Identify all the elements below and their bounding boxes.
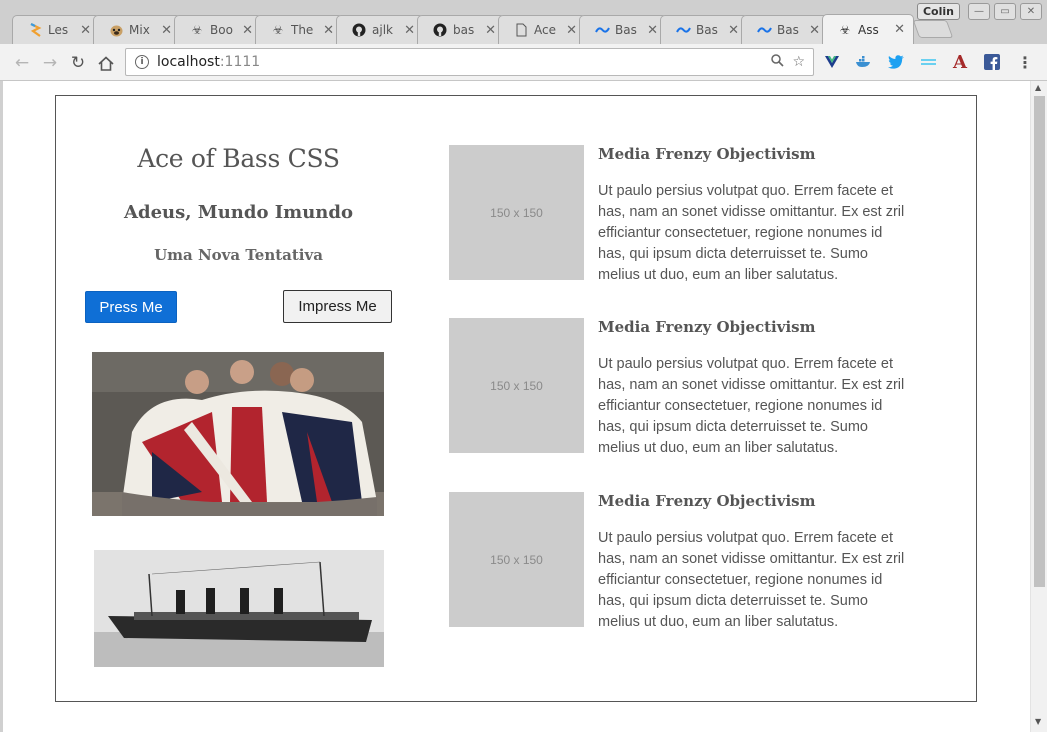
pug-icon	[108, 22, 124, 38]
browser-tab-active[interactable]: ☣ Ass ✕	[822, 14, 914, 44]
press-me-button[interactable]: Press Me	[85, 291, 177, 323]
tab-strip: Les ✕ Mix ✕ ☣ Boo ✕ ☣ The ✕ ajlk ✕ bas ✕…	[0, 0, 1047, 44]
media-item: 150 x 150 Media Frenzy Objectivism Ut pa…	[449, 318, 919, 458]
close-icon[interactable]: ✕	[485, 23, 496, 38]
browser-tab[interactable]: Ace ✕	[498, 15, 586, 44]
stack-icon	[27, 22, 43, 38]
media-heading: Media Frenzy Objectivism	[598, 492, 816, 510]
tab-title: Bas	[777, 23, 799, 37]
browser-toolbar: ← → ↻ i localhost:1111 ☆ A ⋮	[0, 44, 1047, 81]
close-icon[interactable]: ✕	[647, 23, 658, 38]
band-photo	[92, 352, 384, 516]
close-icon[interactable]: ✕	[323, 23, 334, 38]
document-icon	[513, 22, 529, 38]
media-placeholder-image: 150 x 150	[449, 145, 584, 280]
browser-tab[interactable]: ☣ The ✕	[255, 15, 343, 44]
reload-icon[interactable]: ↻	[67, 52, 89, 74]
ship-photo	[94, 550, 384, 667]
browser-tab[interactable]: Mix ✕	[93, 15, 181, 44]
biohazard-icon: ☣	[272, 23, 284, 37]
page-container: Ace of Bass CSS Adeus, Mundo Imundo Uma …	[55, 95, 977, 702]
wave-icon	[594, 22, 610, 38]
wave-icon	[675, 22, 691, 38]
vertical-scrollbar[interactable]: ▲ ▼	[1030, 81, 1047, 732]
maximize-icon[interactable]: ▭	[994, 3, 1016, 20]
page-viewport: Ace of Bass CSS Adeus, Mundo Imundo Uma …	[0, 81, 1047, 732]
browser-tab[interactable]: bas ✕	[417, 15, 505, 44]
tab-title: Ass	[858, 22, 879, 37]
browser-tab[interactable]: Bas ✕	[741, 15, 829, 44]
tab-title: The	[291, 23, 314, 37]
browser-tab[interactable]: Bas ✕	[579, 15, 667, 44]
tab-title: Bas	[615, 23, 637, 37]
tab-title: Bas	[696, 23, 718, 37]
github-icon	[432, 22, 448, 38]
vue-devtools-icon[interactable]	[823, 53, 841, 71]
back-icon[interactable]: ←	[11, 52, 33, 74]
tab-title: bas	[453, 23, 475, 37]
facebook-icon[interactable]	[983, 53, 1001, 71]
forward-icon[interactable]: →	[39, 52, 61, 74]
wave-icon	[756, 22, 772, 38]
media-item: 150 x 150 Media Frenzy Objectivism Ut pa…	[449, 492, 919, 632]
docker-icon[interactable]	[855, 53, 873, 71]
minimize-icon[interactable]: —	[968, 3, 990, 20]
new-tab-button[interactable]	[912, 20, 954, 38]
scroll-up-icon[interactable]: ▲	[1035, 83, 1041, 92]
address-bar[interactable]: i localhost:1111 ☆	[125, 48, 814, 76]
close-icon[interactable]: ✕	[80, 23, 91, 38]
close-icon[interactable]: ✕	[242, 23, 253, 38]
biohazard-icon: ☣	[191, 23, 203, 37]
close-icon[interactable]: ✕	[894, 22, 905, 37]
media-placeholder-image: 150 x 150	[449, 492, 584, 627]
url-text[interactable]: localhost:1111	[157, 54, 771, 70]
browser-tab[interactable]: ajlk ✕	[336, 15, 424, 44]
tab-title: Ace	[534, 23, 556, 37]
media-item: 150 x 150 Media Frenzy Objectivism Ut pa…	[449, 145, 919, 285]
font-a-icon[interactable]: A	[951, 52, 969, 73]
left-column: Ace of Bass CSS Adeus, Mundo Imundo Uma …	[56, 96, 421, 701]
page-title: Ace of Bass CSS	[137, 144, 340, 173]
page-subtitle: Adeus, Mundo Imundo	[124, 202, 353, 223]
close-icon[interactable]: ✕	[404, 23, 415, 38]
zoom-icon[interactable]	[771, 53, 785, 71]
tab-title: Mix	[129, 23, 150, 37]
impress-me-button[interactable]: Impress Me	[283, 290, 392, 323]
browser-tab[interactable]: Bas ✕	[660, 15, 748, 44]
close-icon[interactable]: ✕	[809, 23, 820, 38]
scroll-down-icon[interactable]: ▼	[1035, 717, 1041, 726]
browser-tab[interactable]: ☣ Boo ✕	[174, 15, 262, 44]
media-text: Ut paulo persius volutpat quo. Errem fac…	[598, 183, 905, 283]
media-text: Ut paulo persius volutpat quo. Errem fac…	[598, 356, 905, 456]
close-window-icon[interactable]: ✕	[1020, 3, 1042, 20]
tab-title: ajlk	[372, 23, 393, 37]
media-heading: Media Frenzy Objectivism	[598, 318, 816, 336]
url-host: localhost	[157, 54, 220, 70]
close-icon[interactable]: ✕	[566, 23, 577, 38]
media-text: Ut paulo persius volutpat quo. Errem fac…	[598, 530, 905, 630]
close-icon[interactable]: ✕	[161, 23, 172, 38]
media-heading: Media Frenzy Objectivism	[598, 145, 816, 163]
github-icon	[351, 22, 367, 38]
media-placeholder-image: 150 x 150	[449, 318, 584, 453]
tab-title: Les	[48, 23, 69, 37]
twitter-icon[interactable]	[887, 53, 905, 71]
home-icon[interactable]	[95, 52, 117, 74]
menu-icon[interactable]: ⋮	[1017, 53, 1033, 72]
close-icon[interactable]: ✕	[728, 23, 739, 38]
page-tagline: Uma Nova Tentativa	[154, 246, 323, 264]
tab-title: Boo	[210, 23, 233, 37]
wave-extension-icon[interactable]	[919, 53, 937, 71]
scrollbar-thumb[interactable]	[1034, 96, 1045, 587]
star-icon[interactable]: ☆	[792, 54, 805, 70]
biohazard-icon: ☣	[839, 22, 851, 37]
info-icon[interactable]: i	[135, 55, 149, 69]
url-port: :1111	[219, 54, 261, 70]
browser-tab[interactable]: Les ✕	[12, 15, 100, 44]
profile-button[interactable]: Colin	[917, 3, 960, 20]
